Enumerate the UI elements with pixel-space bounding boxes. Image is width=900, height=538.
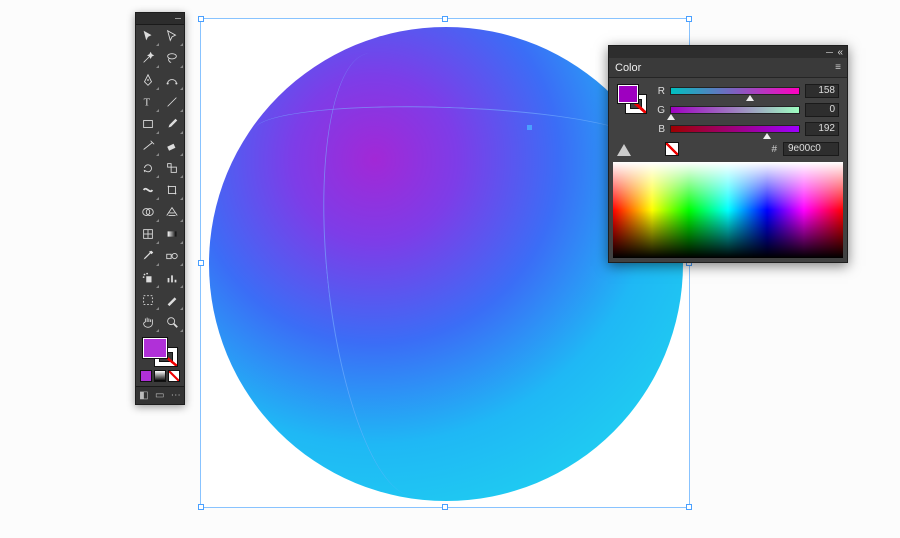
- panel-swatches: [617, 84, 649, 134]
- lasso-tool[interactable]: [160, 47, 184, 69]
- color-mode-solid[interactable]: [140, 370, 152, 382]
- mesh-anchor-point[interactable]: [527, 125, 532, 130]
- tools-panel[interactable]: T ◧ ▭ ⋯: [135, 12, 185, 405]
- collapse-icon[interactable]: «: [837, 47, 843, 58]
- color-mode-gradient[interactable]: [154, 370, 166, 382]
- selection-tool[interactable]: [136, 25, 160, 47]
- panel-grip[interactable]: «: [609, 46, 847, 58]
- g-value[interactable]: 0: [805, 103, 839, 117]
- r-value[interactable]: 158: [805, 84, 839, 98]
- panel-grip[interactable]: [136, 13, 184, 25]
- blend-tool[interactable]: [160, 245, 184, 267]
- symbol-sprayer-tool[interactable]: [136, 267, 160, 289]
- hex-label: #: [771, 144, 777, 155]
- screen-mode-icon[interactable]: ▭: [155, 390, 164, 401]
- line-segment-tool[interactable]: [160, 91, 184, 113]
- tool-grid: T: [136, 25, 184, 333]
- rectangle-tool[interactable]: [136, 113, 160, 135]
- bbox-handle-tl[interactable]: [198, 16, 204, 22]
- r-label: R: [655, 86, 665, 97]
- paintbrush-tool[interactable]: [160, 113, 184, 135]
- draw-mode-icon[interactable]: ◧: [139, 390, 148, 401]
- panel-menu-icon[interactable]: ≡: [835, 62, 841, 73]
- curvature-tool[interactable]: [160, 69, 184, 91]
- perspective-grid-tool[interactable]: [160, 201, 184, 223]
- shaper-tool[interactable]: [136, 135, 160, 157]
- width-tool[interactable]: [136, 179, 160, 201]
- mesh-tool[interactable]: [136, 223, 160, 245]
- g-label: G: [655, 105, 665, 116]
- b-value[interactable]: 192: [805, 122, 839, 136]
- pen-tool[interactable]: [136, 69, 160, 91]
- color-panel[interactable]: « Color ≡ R 158 G 0 B 192: [608, 45, 848, 263]
- shape-builder-tool[interactable]: [136, 201, 160, 223]
- panel-fill-swatch[interactable]: [617, 84, 639, 104]
- bbox-handle-bm[interactable]: [442, 504, 448, 510]
- eraser-tool[interactable]: [160, 135, 184, 157]
- direct-selection-tool[interactable]: [160, 25, 184, 47]
- svg-text:T: T: [144, 98, 151, 109]
- magic-wand-tool[interactable]: [136, 47, 160, 69]
- bbox-handle-br[interactable]: [686, 504, 692, 510]
- mesh-line-horizontal: [253, 100, 645, 174]
- color-mode-none[interactable]: [168, 370, 180, 382]
- hand-tool[interactable]: [136, 311, 160, 333]
- slice-tool[interactable]: [160, 289, 184, 311]
- zoom-tool[interactable]: [160, 311, 184, 333]
- fill-swatch[interactable]: [142, 337, 168, 359]
- color-tab[interactable]: Color: [615, 62, 641, 74]
- type-tool[interactable]: T: [136, 91, 160, 113]
- bbox-handle-lm[interactable]: [198, 260, 204, 266]
- rotate-tool[interactable]: [136, 157, 160, 179]
- b-slider[interactable]: [670, 125, 800, 133]
- r-slider[interactable]: [670, 87, 800, 95]
- more-icon[interactable]: ⋯: [171, 390, 181, 401]
- g-slider[interactable]: [670, 106, 800, 114]
- toolbar-footer: ◧ ▭ ⋯: [136, 386, 184, 404]
- bbox-handle-tm[interactable]: [442, 16, 448, 22]
- color-spectrum[interactable]: [613, 162, 843, 258]
- out-of-gamut-icon[interactable]: [617, 144, 631, 156]
- gradient-tool[interactable]: [160, 223, 184, 245]
- eyedropper-tool[interactable]: [136, 245, 160, 267]
- scale-tool[interactable]: [160, 157, 184, 179]
- hex-value[interactable]: 9e00c0: [783, 142, 839, 156]
- column-graph-tool[interactable]: [160, 267, 184, 289]
- artboard-tool[interactable]: [136, 289, 160, 311]
- free-transform-tool[interactable]: [160, 179, 184, 201]
- b-label: B: [655, 124, 665, 135]
- fill-stroke-section: [136, 333, 184, 386]
- bbox-handle-bl[interactable]: [198, 504, 204, 510]
- bbox-handle-tr[interactable]: [686, 16, 692, 22]
- none-swatch[interactable]: [665, 142, 679, 156]
